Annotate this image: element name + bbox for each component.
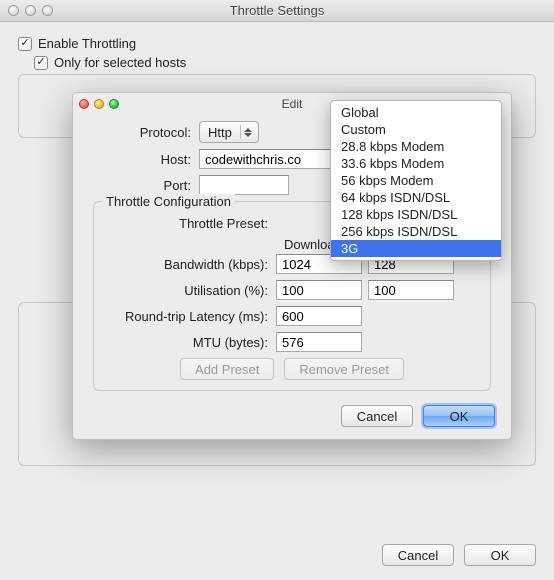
window-title: Throttle Settings bbox=[0, 3, 554, 18]
sheet-cancel-button[interactable]: Cancel bbox=[341, 405, 413, 427]
ok-button[interactable]: OK bbox=[464, 544, 536, 566]
preset-option[interactable]: 33.6 kbps Modem bbox=[331, 155, 501, 172]
protocol-select[interactable]: Http bbox=[199, 121, 259, 143]
window-titlebar: Throttle Settings bbox=[0, 0, 554, 22]
only-hosts-checkbox[interactable]: ✓ bbox=[34, 56, 48, 70]
mtu-input[interactable] bbox=[276, 332, 362, 352]
enable-throttling-row: ✓ Enable Throttling bbox=[18, 36, 536, 51]
preset-option[interactable]: 128 kbps ISDN/DSL bbox=[331, 206, 501, 223]
close-window-button[interactable] bbox=[8, 5, 19, 16]
preset-option[interactable]: 64 kbps ISDN/DSL bbox=[331, 189, 501, 206]
port-label: Port: bbox=[91, 178, 199, 193]
window-buttons: Cancel OK bbox=[382, 544, 536, 566]
enable-throttling-label: Enable Throttling bbox=[38, 36, 136, 51]
remove-preset-button[interactable]: Remove Preset bbox=[284, 358, 404, 380]
cancel-button[interactable]: Cancel bbox=[382, 544, 454, 566]
mtu-label: MTU (bytes): bbox=[106, 335, 276, 350]
utilisation-label: Utilisation (%): bbox=[106, 283, 276, 298]
latency-input[interactable] bbox=[276, 306, 362, 326]
enable-throttling-checkbox[interactable]: ✓ bbox=[18, 37, 32, 51]
bandwidth-label: Bandwidth (kbps): bbox=[106, 257, 276, 272]
preset-option[interactable]: 28.8 kbps Modem bbox=[331, 138, 501, 155]
sheet-ok-button[interactable]: OK bbox=[423, 405, 495, 427]
latency-label: Round-trip Latency (ms): bbox=[106, 309, 276, 324]
zoom-window-button[interactable] bbox=[42, 5, 53, 16]
minimize-window-button[interactable] bbox=[25, 5, 36, 16]
traffic-lights bbox=[8, 5, 53, 16]
throttle-preset-dropdown[interactable]: GlobalCustom28.8 kbps Modem33.6 kbps Mod… bbox=[330, 100, 502, 261]
preset-option[interactable]: 256 kbps ISDN/DSL bbox=[331, 223, 501, 240]
only-hosts-row: ✓ Only for selected hosts bbox=[34, 55, 536, 70]
add-preset-button[interactable]: Add Preset bbox=[180, 358, 274, 380]
preset-option[interactable]: Custom bbox=[331, 121, 501, 138]
preset-option[interactable]: Global bbox=[331, 104, 501, 121]
utilisation-upload-input[interactable] bbox=[368, 280, 454, 300]
port-input[interactable] bbox=[199, 175, 289, 195]
preset-option[interactable]: 56 kbps Modem bbox=[331, 172, 501, 189]
preset-label: Throttle Preset: bbox=[106, 216, 276, 231]
dropdown-arrow-icon bbox=[240, 125, 254, 139]
protocol-value: Http bbox=[208, 125, 232, 140]
protocol-label: Protocol: bbox=[91, 125, 199, 140]
throttle-config-label: Throttle Configuration bbox=[102, 194, 235, 209]
only-hosts-label: Only for selected hosts bbox=[54, 55, 186, 70]
host-label: Host: bbox=[91, 152, 199, 167]
utilisation-download-input[interactable] bbox=[276, 280, 362, 300]
preset-option[interactable]: 3G bbox=[331, 240, 501, 257]
